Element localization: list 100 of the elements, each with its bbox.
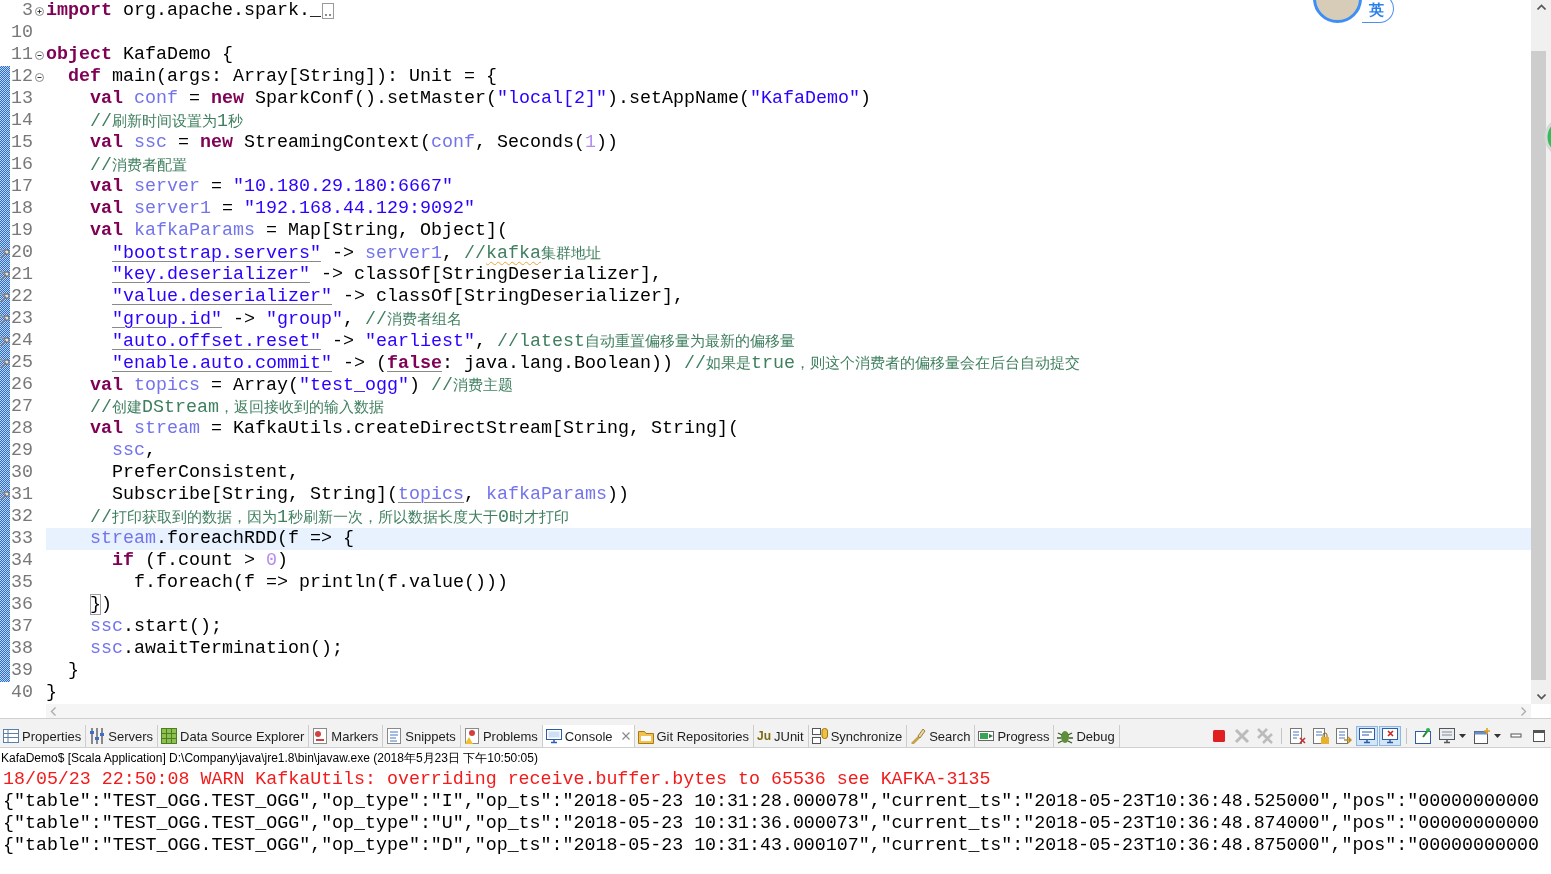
panel-tab[interactable]: Markers: [309, 725, 384, 747]
remove-icon: [1234, 728, 1250, 744]
line-number: 33: [11, 528, 33, 550]
line-number: 12: [11, 66, 33, 88]
warning-document-icon: [463, 728, 480, 744]
line-number: 23: [11, 308, 33, 330]
code-line: def main(args: Array[String]): Unit = {: [68, 66, 497, 88]
scroll-down-icon[interactable]: [1536, 694, 1546, 700]
document-icon: [386, 728, 403, 744]
clear-console-icon: [1290, 728, 1306, 744]
code-line: val conf = new SparkConf().setMaster("local[2]").setAppName("KafaDemo"): [90, 88, 871, 110]
line-number: 31: [11, 484, 33, 506]
toolbar-button[interactable]: [1287, 726, 1309, 746]
line-number: 34: [11, 550, 33, 572]
toolbar-button[interactable]: [1379, 726, 1401, 746]
progress-icon: [978, 728, 995, 744]
line-number: 3: [22, 0, 33, 22]
code-line: PreferConsistent,: [112, 462, 299, 484]
scrollbar-thumb[interactable]: [1531, 51, 1546, 680]
panel-tab[interactable]: Progress: [975, 725, 1055, 747]
server-icon: [89, 728, 106, 744]
line-number: 11: [11, 44, 33, 66]
panel-tab[interactable]: Data Source Explorer: [158, 725, 310, 747]
collapse-icon[interactable]: [35, 50, 44, 60]
monitor-icon: [545, 728, 562, 744]
folded-code-icon[interactable]: [322, 3, 334, 19]
line-number: 15: [11, 132, 33, 154]
ime-indicator[interactable]: 英: [1362, 0, 1394, 23]
console-output-icon: [1359, 728, 1375, 744]
scroll-up-icon[interactable]: [1536, 4, 1546, 10]
console-title: KafaDemo$ [Scala Application] D:\Company\java\jre1.8\bin\javaw.exe (2018年5月23日 下午10:50:05): [1, 749, 538, 767]
code-line: //刷新时间设置为1秒: [90, 109, 243, 133]
line-number: 22: [11, 286, 33, 308]
database-icon: [161, 728, 178, 744]
code-line: "bootstrap.servers" -> server1, //kafka集群地址: [112, 241, 601, 265]
code-line: ssc.awaitTermination();: [90, 638, 343, 660]
code-line: }: [46, 682, 57, 704]
panel-tab[interactable]: Servers: [86, 725, 159, 747]
maximize-icon: [1531, 728, 1547, 744]
line-number: 17: [11, 176, 33, 198]
panel-tab[interactable]: Synchronize: [808, 725, 908, 747]
monitor-icon: [1438, 728, 1455, 744]
code-line: val ssc = new StreamingContext(conf, Seconds(1)): [90, 132, 618, 154]
code-line: "group.id" -> "group", //消费者组名: [112, 307, 462, 331]
panel-tab[interactable]: Properties: [0, 725, 87, 747]
toolbar-button[interactable]: [1356, 726, 1378, 746]
report-icon: [312, 728, 329, 744]
console-line: 18/05/23 22:50:08 WARN KafkaUtils: overriding receive.buffer.bytes to 65536 see KAFKA-3135: [3, 768, 991, 790]
line-number: 26: [11, 374, 33, 396]
code-line: val server = "10.180.29.180:6667": [90, 176, 453, 198]
line-number: 30: [11, 462, 33, 484]
line-number: 10: [11, 22, 33, 44]
table-icon: [3, 728, 19, 744]
panel-tab[interactable]: Ju JUnit: [754, 725, 809, 747]
line-number: 27: [11, 396, 33, 418]
toolbar-button[interactable]: [1412, 726, 1434, 746]
toolbar-button[interactable]: [1333, 726, 1355, 746]
console-line: {"table":"TEST_OGG.TEST_OGG","op_type":"U","op_ts":"2018-05-23 10:31:36.000073","current_ts":"2018-05-23T10:36:48.874000","pos":"00000000000: [3, 812, 1539, 834]
line-number: 29: [11, 440, 33, 462]
panel-tab[interactable]: Debug: [1054, 725, 1120, 747]
panel-tab[interactable]: Snippets: [383, 725, 461, 747]
code-line: "value.deserializer" -> classOf[StringDeserializer],: [112, 286, 684, 308]
line-number: 38: [11, 638, 33, 660]
panel-tab[interactable]: Console: [542, 725, 635, 747]
tab-logo: Ju: [757, 729, 771, 743]
line-number: 16: [11, 154, 33, 176]
code-line: import org.apache.spark._: [46, 0, 321, 22]
caret-icon: [1493, 734, 1501, 738]
line-number: 36: [11, 594, 33, 616]
document-arrow-icon: [1336, 728, 1352, 744]
code-line: ssc,: [112, 440, 156, 462]
code-line: object KafaDemo {: [46, 44, 233, 66]
line-number: 39: [11, 660, 33, 682]
toolbar-button[interactable]: [1310, 726, 1332, 746]
line-number: 13: [11, 88, 33, 110]
code-line: "key.deserializer" -> classOf[StringDeserializer],: [112, 264, 662, 286]
code-line: //创建DStream，返回接收到的输入数据: [90, 395, 384, 419]
pin-icon: [1415, 728, 1431, 744]
code-line: //消费者配置: [90, 153, 187, 177]
code-line: stream.foreachRDD(f => {: [90, 528, 354, 550]
line-number: 28: [11, 418, 33, 440]
panel-tab[interactable]: Problems: [460, 725, 543, 747]
code-line: "enable.auto.commit" -> (false: java.lang.Boolean)) //如果是true，则这个消费者的偏移量会在后台自动提交: [112, 351, 1080, 375]
panel-tab[interactable]: Git Repositories: [634, 725, 754, 747]
caret-icon: [1458, 734, 1466, 738]
sync-icon: [811, 728, 828, 744]
expand-icon[interactable]: [35, 6, 44, 16]
code-line: Subscribe[String, String](topics, kafkaParams)): [112, 484, 629, 506]
close-icon[interactable]: [621, 732, 630, 740]
console-line: {"table":"TEST_OGG.TEST_OGG","op_type":"D","op_ts":"2018-05-23 10:31:43.000107","current_ts":"2018-05-23T10:36:48.875000","pos":"00000000000: [3, 834, 1539, 856]
code-line: val kafkaParams = Map[String, Object](: [90, 220, 508, 242]
line-number: 40: [11, 682, 33, 704]
line-number: 21: [11, 264, 33, 286]
code-line: ssc.start();: [90, 616, 222, 638]
collapse-icon[interactable]: [35, 72, 44, 82]
line-number: 24: [11, 330, 33, 352]
line-number: 32: [11, 506, 33, 528]
panel-tab[interactable]: Search: [907, 725, 976, 747]
code-line: val topics = Array("test_ogg") //消费主题: [90, 373, 513, 397]
line-number: 18: [11, 198, 33, 220]
